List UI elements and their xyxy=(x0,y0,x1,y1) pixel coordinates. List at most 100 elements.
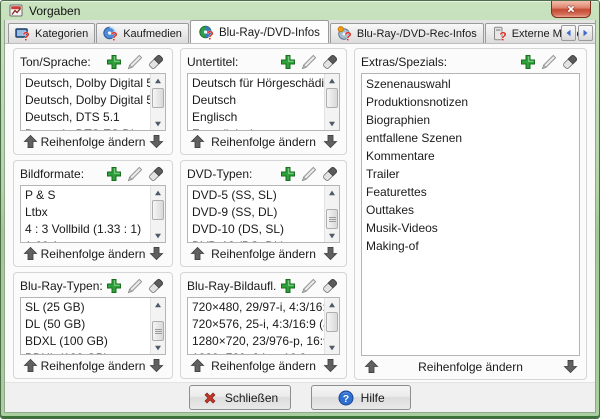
tab-kaufmedien[interactable]: Kaufmedien xyxy=(96,23,189,43)
scroll-down-button[interactable] xyxy=(151,117,165,130)
delete-button[interactable] xyxy=(319,277,340,296)
tab-scroll-left-button[interactable] xyxy=(561,25,576,41)
list-item[interactable]: 720×576, 25-i, 4:3/16:9 (ana... xyxy=(192,316,324,333)
list-item[interactable]: P & S xyxy=(25,187,150,204)
list-item[interactable]: Deutsch, DTS ES Discrete... xyxy=(25,126,150,130)
scroll-thumb[interactable] xyxy=(326,209,338,229)
list-item[interactable]: Französisch xyxy=(192,126,324,130)
move-down-button[interactable] xyxy=(320,134,340,149)
move-down-button[interactable] xyxy=(146,134,166,149)
list-item[interactable]: Kommentare xyxy=(366,147,579,165)
tab-scroll-right-button[interactable] xyxy=(578,25,593,41)
scroll-thumb[interactable] xyxy=(326,312,338,332)
move-up-button[interactable] xyxy=(20,134,40,149)
scroll-down-button[interactable] xyxy=(325,117,339,130)
scroll-track[interactable] xyxy=(325,311,339,341)
add-button[interactable] xyxy=(103,277,124,296)
add-button[interactable] xyxy=(103,165,124,184)
tab-bluray-dvd-rec-infos[interactable]: Blu-Ray-/DVD-Rec-Infos xyxy=(330,23,484,43)
list-scrollbar[interactable] xyxy=(324,298,339,354)
list-item[interactable]: Deutsch für Hörgeschädigte xyxy=(192,75,324,92)
scroll-thumb[interactable] xyxy=(152,321,164,341)
move-down-button[interactable] xyxy=(560,359,580,374)
move-up-button[interactable] xyxy=(20,358,40,373)
scroll-thumb[interactable] xyxy=(152,200,164,220)
list-item[interactable]: Szenenauswahl xyxy=(366,75,579,93)
list-scrollbar[interactable] xyxy=(324,186,339,242)
scroll-thumb[interactable] xyxy=(152,88,164,108)
list-item[interactable]: entfallene Szenen xyxy=(366,129,579,147)
delete-button[interactable] xyxy=(319,53,340,72)
edit-button[interactable] xyxy=(124,277,145,296)
list-scrollbar[interactable] xyxy=(150,186,165,242)
list-item[interactable]: Featurettes xyxy=(366,183,579,201)
edit-button[interactable] xyxy=(124,165,145,184)
move-up-button[interactable] xyxy=(20,246,40,261)
scroll-up-button[interactable] xyxy=(151,74,165,87)
add-button[interactable] xyxy=(103,53,124,72)
list-item[interactable]: Outtakes xyxy=(366,201,579,219)
edit-button[interactable] xyxy=(298,53,319,72)
add-button[interactable] xyxy=(277,165,298,184)
delete-button[interactable] xyxy=(319,165,340,184)
scroll-down-button[interactable] xyxy=(151,341,165,354)
help-button[interactable]: Hilfe xyxy=(311,385,411,410)
list-scrollbar[interactable] xyxy=(324,74,339,130)
list-scrollbar[interactable] xyxy=(150,74,165,130)
scroll-track[interactable] xyxy=(151,311,165,341)
list-item[interactable]: Musik-Videos xyxy=(366,219,579,237)
delete-button[interactable] xyxy=(145,277,166,296)
list-item[interactable]: Ltbx xyxy=(25,204,150,221)
list-item[interactable]: SL (25 GB) xyxy=(25,299,150,316)
add-button[interactable] xyxy=(517,53,538,72)
move-up-button[interactable] xyxy=(187,246,207,261)
list-item[interactable]: Deutsch, DTS 5.1 xyxy=(25,109,150,126)
move-up-button[interactable] xyxy=(187,358,207,373)
list-item[interactable]: Biographien xyxy=(366,111,579,129)
list-item[interactable]: 1280×720, 23/976-p, 16:9 xyxy=(192,333,324,350)
list-item[interactable]: Englisch xyxy=(192,109,324,126)
scroll-track[interactable] xyxy=(325,199,339,229)
list-item[interactable]: 1280×720, 24-p, 16:9 xyxy=(192,350,324,354)
tab-bluray-dvd-infos[interactable]: Blu-Ray-/DVD-Infos xyxy=(190,20,329,44)
move-up-button[interactable] xyxy=(361,359,381,374)
window-close-button[interactable] xyxy=(551,1,591,18)
scroll-down-button[interactable] xyxy=(325,341,339,354)
list-item[interactable]: DVD-5 (SS, SL) xyxy=(192,187,324,204)
list-item[interactable]: Produktionsnotizen xyxy=(366,93,579,111)
list-scrollbar[interactable] xyxy=(150,298,165,354)
move-down-button[interactable] xyxy=(320,358,340,373)
add-button[interactable] xyxy=(277,53,298,72)
move-down-button[interactable] xyxy=(146,246,166,261)
scroll-track[interactable] xyxy=(151,87,165,117)
scroll-down-button[interactable] xyxy=(325,229,339,242)
close-button[interactable]: Schließen xyxy=(189,385,291,410)
tab-kategorien[interactable]: Kategorien xyxy=(8,23,95,43)
list-item[interactable]: Making-of xyxy=(366,237,579,255)
edit-button[interactable] xyxy=(124,53,145,72)
list-item[interactable]: Deutsch xyxy=(192,92,324,109)
delete-button[interactable] xyxy=(145,53,166,72)
list-item[interactable]: DVD-10 (DS, SL) xyxy=(192,221,324,238)
scroll-up-button[interactable] xyxy=(151,298,165,311)
list-item[interactable]: DL (50 GB) xyxy=(25,316,150,333)
delete-button[interactable] xyxy=(559,53,580,72)
scroll-track[interactable] xyxy=(325,87,339,117)
scroll-track[interactable] xyxy=(151,199,165,229)
list-item[interactable]: DVD-9 (SS, DL) xyxy=(192,204,324,221)
list-item[interactable]: BDXL (100 GB) xyxy=(25,333,150,350)
scroll-up-button[interactable] xyxy=(325,186,339,199)
edit-button[interactable] xyxy=(538,53,559,72)
move-up-button[interactable] xyxy=(187,134,207,149)
list-item[interactable]: 1.66:1 xyxy=(25,238,150,242)
edit-button[interactable] xyxy=(298,277,319,296)
list-item[interactable]: Deutsch, Dolby Digital 5.1 S... xyxy=(25,92,150,109)
list-item[interactable]: DVD-18 (DS, DL) xyxy=(192,238,324,242)
list-item[interactable]: BDXL (128 GB) xyxy=(25,350,150,354)
scroll-down-button[interactable] xyxy=(151,229,165,242)
add-button[interactable] xyxy=(277,277,298,296)
list-item[interactable]: Deutsch, Dolby Digital 5.1 xyxy=(25,75,150,92)
move-down-button[interactable] xyxy=(146,358,166,373)
list-item[interactable]: 4 : 3 Vollbild (1.33 : 1) xyxy=(25,221,150,238)
edit-button[interactable] xyxy=(298,165,319,184)
